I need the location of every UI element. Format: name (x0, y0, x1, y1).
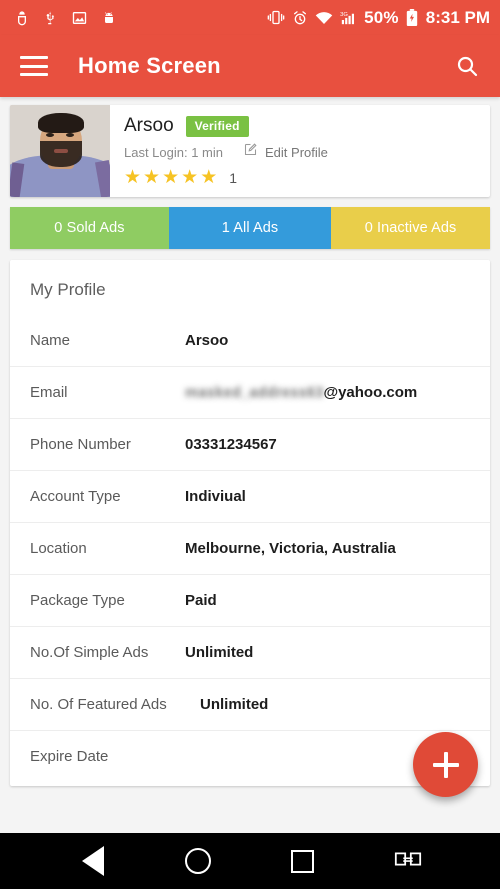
bug-icon (14, 10, 30, 26)
profile-name-row: Arsoo Verified (124, 115, 478, 137)
plus-icon (432, 751, 459, 778)
alarm-icon (292, 10, 308, 26)
row-label-simple-ads: No.Of Simple Ads (30, 644, 149, 661)
status-bar-right-icons: 3G 50% 8:31 PM (267, 8, 490, 28)
rating-count: 1 (229, 169, 238, 186)
row-value-location: Melbourne, Victoria, Australia (185, 540, 396, 557)
masked-email-part: masked_address63 (185, 384, 324, 401)
usb-icon (43, 10, 58, 26)
last-login-label: Last Login: 1 min (124, 144, 224, 160)
recents-button[interactable] (279, 837, 327, 885)
row-label-location: Location (30, 540, 87, 557)
table-row: No. Of Featured Ads Unlimited (10, 678, 490, 730)
row-value-package-type: Paid (185, 592, 217, 609)
row-label-package-type: Package Type (30, 592, 125, 609)
row-value-account-type: Indiviual (185, 488, 246, 505)
tab-sold-ads[interactable]: 0 Sold Ads (10, 207, 169, 249)
system-navigation-bar (0, 833, 500, 889)
app-bar: Home Screen (0, 35, 500, 97)
table-row: Email masked_address63@yahoo.com (10, 366, 490, 418)
back-triangle-icon (81, 846, 104, 876)
email-domain-part: @yahoo.com (323, 384, 418, 401)
table-row: Location Melbourne, Victoria, Australia (10, 522, 490, 574)
row-label-email: Email (30, 384, 68, 401)
status-bar: 3G 50% 8:31 PM (0, 0, 500, 35)
row-label-phone: Phone Number (30, 436, 131, 453)
table-row: No.Of Simple Ads Unlimited (10, 626, 490, 678)
profile-info: Arsoo Verified Last Login: 1 min Edit Pr… (110, 105, 490, 197)
screenshot-image-icon (71, 10, 88, 26)
tab-all-ads[interactable]: 1 All Ads (168, 207, 332, 249)
row-value-simple-ads: Unlimited (185, 644, 254, 661)
home-button[interactable] (174, 837, 222, 885)
hamburger-menu-icon[interactable] (20, 56, 48, 76)
add-button[interactable] (413, 732, 478, 797)
row-value-name: Arsoo (185, 331, 229, 349)
section-title: My Profile (30, 280, 106, 299)
table-row: Package Type Paid (10, 574, 490, 626)
row-label-expire-date: Expire Date (30, 748, 109, 765)
wifi-icon (315, 11, 333, 25)
edit-pencil-icon (243, 142, 258, 162)
edit-profile-label: Edit Profile (265, 144, 328, 160)
recents-square-icon (291, 849, 314, 873)
screen-rotate-icon (393, 847, 423, 876)
star-icon: ★ (143, 167, 161, 188)
scroll-content: Arsoo Verified Last Login: 1 min Edit Pr… (0, 97, 500, 833)
row-value-phone: 03331234567 (185, 436, 277, 453)
battery-charging-icon (406, 9, 418, 26)
star-icon: ★ (200, 167, 218, 188)
search-icon[interactable] (452, 51, 482, 81)
status-badge: Verified (185, 115, 249, 137)
clock-label: 8:31 PM (425, 7, 490, 27)
profile-summary-card: Arsoo Verified Last Login: 1 min Edit Pr… (10, 105, 490, 197)
vibrate-icon (267, 10, 285, 25)
back-button[interactable] (69, 837, 117, 885)
battery-percent-label: 50% (364, 7, 399, 27)
home-circle-icon (184, 848, 211, 874)
row-value-email: masked_address63@yahoo.com (185, 384, 417, 401)
edit-profile-button[interactable]: Edit Profile (243, 142, 328, 162)
table-row: Phone Number 03331234567 (10, 418, 490, 470)
rotate-button[interactable] (384, 837, 432, 885)
avatar[interactable] (10, 105, 110, 197)
row-label-name: Name (30, 331, 71, 349)
table-row: Name Arsoo (10, 314, 490, 366)
star-icon: ★ (181, 167, 199, 188)
android-debug-icon (101, 10, 117, 26)
phone-screen: 3G 50% 8:31 PM Home Screen Arsoo Verifie… (0, 0, 500, 889)
rating-stars: ★ ★ ★ ★ ★ 1 (124, 168, 478, 187)
svg-text:3G: 3G (340, 12, 348, 18)
ads-tab-bar: 0 Sold Ads 1 All Ads 0 Inactive Ads (10, 207, 490, 249)
profile-meta-row: Last Login: 1 min Edit Profile (124, 142, 478, 162)
star-icon: ★ (124, 167, 142, 188)
table-row: Account Type Indiviual (10, 470, 490, 522)
star-icon: ★ (162, 167, 180, 188)
row-label-account-type: Account Type (30, 488, 121, 505)
status-bar-left-icons (14, 10, 117, 26)
page-title: Home Screen (78, 53, 221, 78)
tab-inactive-ads[interactable]: 0 Inactive Ads (331, 207, 490, 249)
cellular-3g-signal-icon: 3G (340, 10, 357, 25)
profile-name: Arsoo (124, 115, 174, 136)
row-value-featured-ads: Unlimited (200, 696, 269, 713)
row-label-featured-ads: No. Of Featured Ads (30, 696, 167, 713)
my-profile-card: My Profile Name Arsoo Email masked_addre… (10, 260, 490, 786)
